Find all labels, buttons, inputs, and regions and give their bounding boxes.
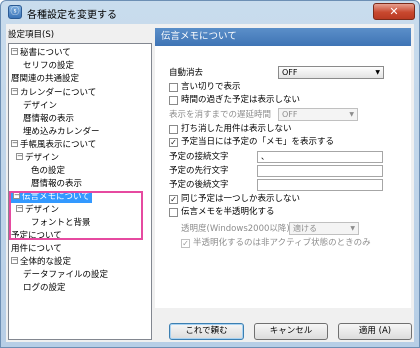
tree-item-label: 暦情報の表示 — [23, 114, 75, 124]
tree-item-label: デザイン — [25, 153, 60, 163]
opacity-select[interactable]: 適ける ▼ — [289, 222, 359, 235]
tree-item[interactable]: − デザイン — [16, 152, 59, 164]
hide-cancelled-checkbox[interactable] — [169, 125, 178, 134]
opacity-value: 適ける — [293, 224, 317, 233]
collapse-icon[interactable]: − — [16, 153, 23, 160]
tree-item[interactable]: ログの設定 — [23, 282, 66, 294]
ok-button[interactable]: これで頼む — [169, 323, 244, 340]
tree-item-label: 手帳風表示について — [20, 140, 97, 150]
translucent-label: 伝言メモを半透明化する — [181, 207, 275, 217]
tree-item[interactable]: フォントと背景 — [31, 217, 91, 229]
tree-item[interactable]: − 伝言メモについて — [11, 191, 92, 203]
settings-window: ⓢ 各種設定を変更する ✕ 設定項目(S) − 秘書について セリフの設定 暦関連の共… — [0, 0, 420, 348]
cancel-button[interactable]: キャンセル — [254, 323, 328, 340]
collapse-icon[interactable]: − — [13, 192, 20, 199]
settings-tree[interactable]: − 秘書について セリフの設定 暦関連の共通設定 − カレンダーについて デザイン 暦情報の表… — [8, 43, 152, 340]
opacity-label: 透明度(Windows2000以降) — [181, 224, 290, 234]
tree-item[interactable]: − 全体的な設定 — [11, 256, 71, 268]
translucent-checkbox[interactable] — [169, 208, 178, 217]
tree-item[interactable]: 埋め込みカレンダー — [23, 126, 100, 138]
tree-item[interactable]: − 手帳風表示について — [11, 139, 96, 151]
tree-item-label: 全体的な設定 — [20, 257, 72, 267]
tree-item-label: データファイルの設定 — [23, 270, 109, 280]
tree-item-label: 埋め込みカレンダー — [23, 127, 100, 137]
tree-item[interactable]: 暦情報の表示 — [23, 113, 74, 125]
tree-item-label: ログの設定 — [23, 283, 66, 293]
prefix-input[interactable] — [257, 165, 383, 177]
same-once-label: 同じ予定は一つしか表示しない — [181, 194, 301, 204]
chevron-down-icon: ▼ — [350, 225, 355, 232]
prefix-label: 予定の先行文字 — [169, 166, 229, 176]
same-once-checkbox[interactable]: ✓ — [169, 195, 178, 204]
collapse-icon[interactable]: − — [11, 88, 18, 95]
hide-cancelled-label: 打ち消した用件は表示しない — [181, 124, 292, 134]
delay-label: 表示を消すまでの遅延時間 — [169, 110, 272, 120]
tree-item[interactable]: − 秘書について — [11, 47, 71, 59]
auto-delete-value: OFF — [282, 68, 298, 77]
tree-item-label: デザイン — [23, 101, 58, 111]
window-title: 各種設定を変更する — [27, 10, 117, 21]
suffix-input[interactable] — [257, 179, 383, 191]
tree-item-label: デザイン — [25, 205, 60, 215]
show-memo-label: 予定当日には予定の「メモ」を表示する — [181, 137, 335, 147]
title-bar: ⓢ 各種設定を変更する ✕ — [1, 1, 419, 23]
collapse-icon[interactable]: − — [11, 48, 18, 55]
tree-item-label: 秘書について — [20, 48, 71, 58]
tree-item[interactable]: − カレンダーについて — [11, 87, 96, 99]
tree-item[interactable]: セリフの設定 — [23, 60, 74, 72]
inactive-only-checkbox[interactable]: ✓ — [181, 239, 190, 248]
tree-item-label: 色の設定 — [31, 166, 66, 176]
tree-item-label: 用件について — [11, 244, 62, 254]
chevron-down-icon: ▼ — [349, 111, 354, 118]
say-aloud-checkbox[interactable] — [169, 83, 178, 92]
suffix-label: 予定の後続文字 — [169, 180, 229, 190]
tree-item[interactable]: − デザイン — [16, 204, 59, 216]
collapse-icon[interactable]: − — [16, 205, 23, 212]
apply-button[interactable]: 適用 (A) — [338, 323, 412, 340]
tree-item[interactable]: 暦関連の共通設定 — [11, 73, 79, 85]
tree-item-label: 暦関連の共通設定 — [11, 74, 80, 84]
delay-value: OFF — [282, 110, 298, 119]
hide-past-label: 時間の過ぎた予定は表示しない — [181, 95, 301, 105]
tree-header-label: 設定項目(S) — [8, 30, 55, 40]
tree-item-label: 暦情報の表示 — [31, 179, 83, 189]
tree-item[interactable]: データファイルの設定 — [23, 269, 108, 281]
tree-item[interactable]: 予定について — [11, 230, 62, 242]
tree-item[interactable]: デザイン — [23, 100, 57, 112]
panel-header: 伝言メモについて — [155, 28, 411, 46]
tree-item-label: 予定について — [11, 231, 62, 241]
hide-past-checkbox[interactable] — [169, 96, 178, 105]
close-button[interactable]: ✕ — [373, 3, 415, 20]
show-memo-checkbox[interactable]: ✓ — [169, 138, 178, 147]
tree-item[interactable]: 暦情報の表示 — [31, 178, 82, 190]
tree-item-label: カレンダーについて — [20, 88, 97, 98]
connector-input[interactable]: 、 — [257, 151, 383, 163]
tree-item-label: フォントと背景 — [31, 218, 91, 228]
inactive-only-label: 半透明化するのは非アクティブ状態のときのみ — [193, 238, 371, 248]
delay-select[interactable]: OFF ▼ — [278, 108, 358, 121]
dialog-client-area: 設定項目(S) − 秘書について セリフの設定 暦関連の共通設定 − カレンダーについてデ… — [6, 24, 414, 342]
collapse-icon[interactable]: − — [11, 257, 18, 264]
collapse-icon[interactable]: − — [11, 140, 18, 147]
chevron-down-icon: ▼ — [375, 69, 380, 76]
tree-item-label: セリフの設定 — [23, 61, 75, 71]
say-aloud-label: 言い切りで表示 — [181, 82, 241, 92]
tree-item[interactable]: 色の設定 — [31, 165, 65, 177]
auto-delete-select[interactable]: OFF ▼ — [278, 66, 384, 79]
auto-delete-label: 自動消去 — [169, 68, 204, 78]
tree-item[interactable]: 用件について — [11, 243, 62, 255]
settings-panel: 伝言メモについて 自動消去 OFF ▼ 言い切りで表示 時間の過ぎた予定は表示し… — [155, 28, 411, 308]
app-icon: ⓢ — [8, 5, 22, 19]
connector-label: 予定の接続文字 — [169, 152, 229, 162]
tree-item-label: 伝言メモについて — [22, 192, 90, 202]
